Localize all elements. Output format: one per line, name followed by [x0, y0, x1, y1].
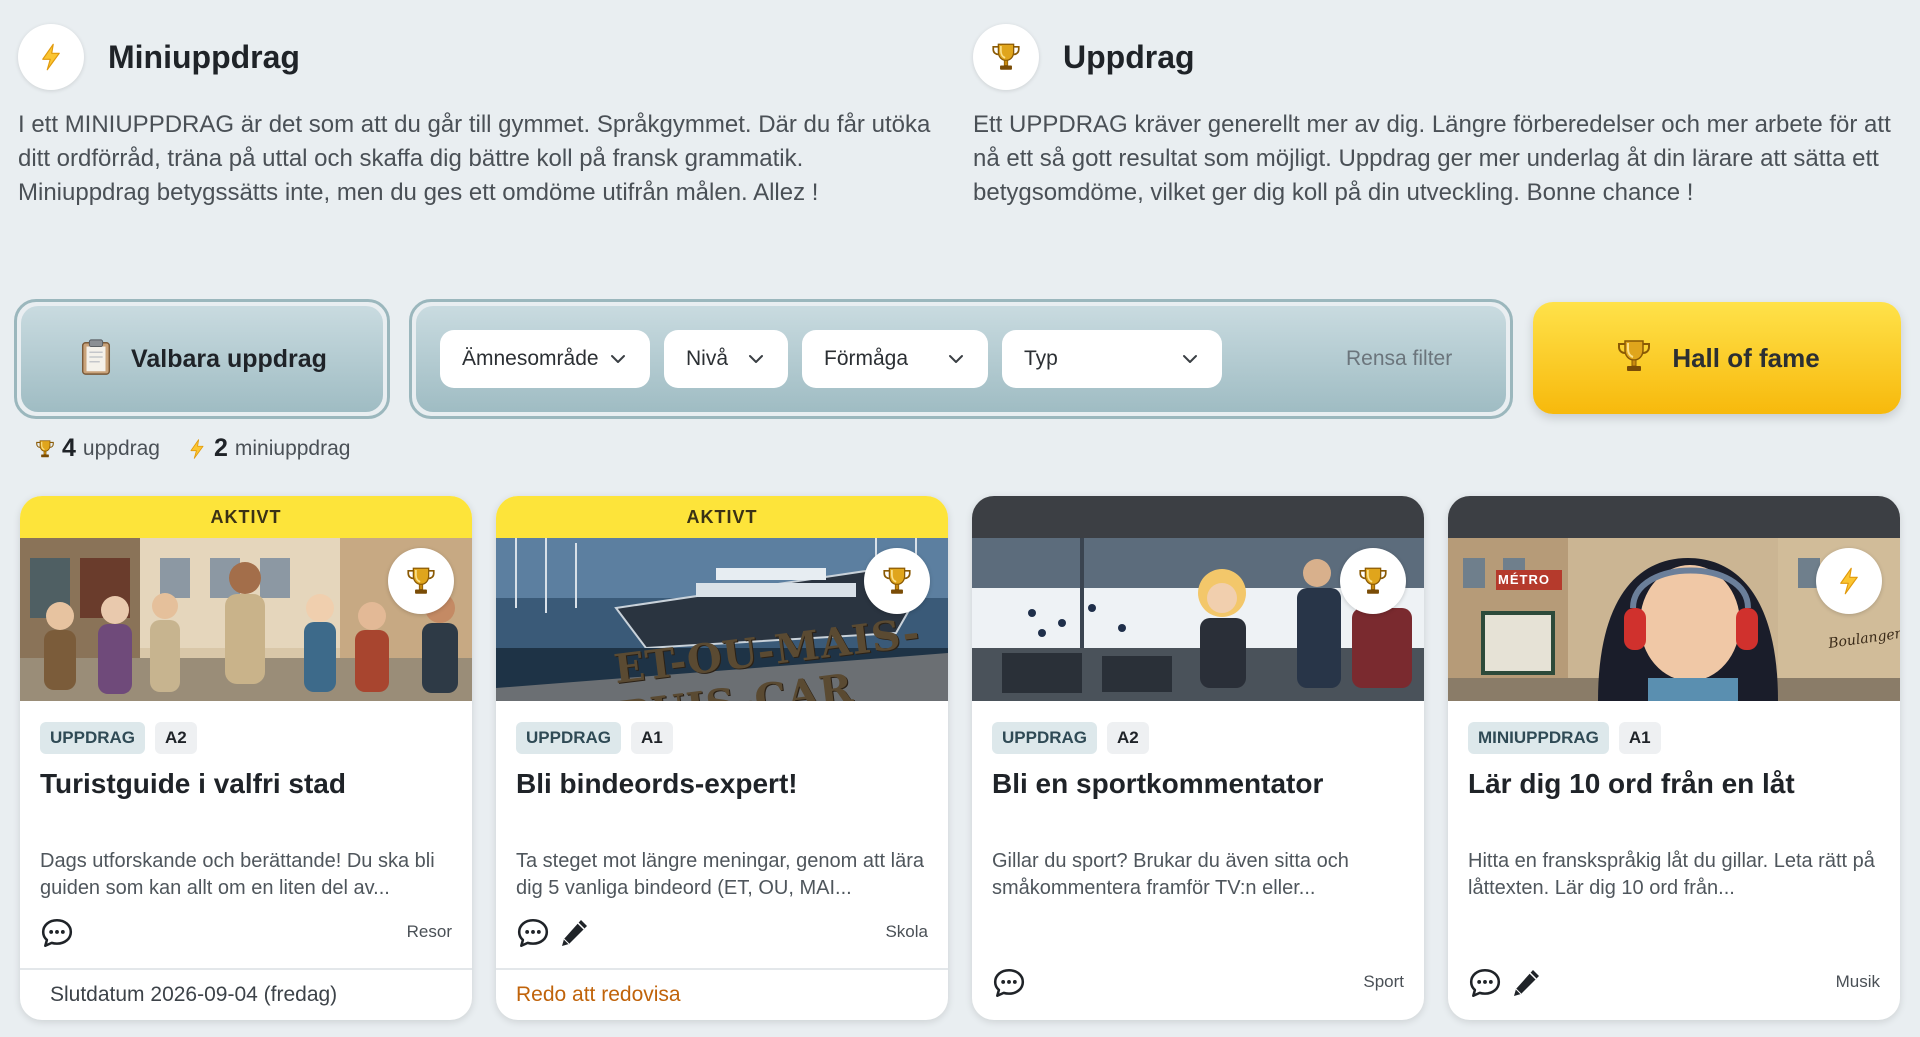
level-tag: A1 — [1618, 722, 1661, 754]
hall-of-fame-label: Hall of fame — [1672, 342, 1820, 373]
intro-uppdrag-title: Uppdrag — [1063, 38, 1195, 75]
uppdrag-count: 4 uppdrag — [34, 434, 160, 463]
category-label: Resor — [406, 922, 452, 941]
chevron-down-icon — [946, 349, 966, 369]
level-tag: A1 — [631, 722, 673, 754]
card-description: Gillar du sport? Brukar du även sitta oc… — [992, 850, 1349, 899]
card-description: Ta steget mot längre meningar, genom att… — [516, 850, 925, 899]
filter-typ-select[interactable]: Typ — [1002, 330, 1222, 388]
uppdrag-count-number: 4 — [62, 434, 76, 462]
category-label: Sport — [1363, 972, 1404, 991]
category-label: Skola — [885, 922, 928, 941]
status-banner: AKTIVT — [20, 496, 472, 538]
speech-bubble-icon — [992, 966, 1026, 1000]
card-tags: MINIUPPDRAG A1 — [1468, 722, 1661, 754]
assignment-card-turistguide[interactable]: AKTIVT UPPDRAG A2 Turistguide i valfri s… — [20, 496, 472, 1020]
chevron-down-icon — [746, 349, 766, 369]
card-title: Bli en sportkommentator — [992, 768, 1324, 799]
card-title: Lär dig 10 ord från en låt — [1468, 768, 1795, 799]
intro-uppdrag-text: Ett UPPDRAG kräver generellt mer av dig.… — [973, 111, 1891, 206]
intro-miniuppdrag-text: I ett MINIUPPDRAG är det som att du går … — [18, 111, 931, 206]
assignment-card-bindeord[interactable]: AKTIVT ET-OU-MAIS-PUIS-CAR UPPDRAG A1 Bl… — [496, 496, 948, 1020]
intro-uppdrag: Uppdrag Ett UPPDRAG kräver generellt mer… — [973, 24, 1893, 210]
card-illustration-music-headphones: MÉTRO Boulangerie — [1448, 538, 1900, 701]
lightning-icon — [18, 24, 84, 90]
filter-formaga-label: Förmåga — [824, 347, 909, 370]
uppdrag-count-label: uppdrag — [82, 436, 160, 460]
clear-filters-button[interactable]: Rensa filter — [1346, 330, 1452, 388]
level-tag: A2 — [1107, 722, 1149, 754]
intro-miniuppdrag-header: Miniuppdrag — [18, 24, 938, 90]
ready-status: Redo att redovisa — [496, 968, 948, 1020]
miniuppdrag-count: 2 miniuppdrag — [186, 434, 350, 463]
level-tag: A2 — [155, 722, 197, 754]
card-illustration-yacht: ET-OU-MAIS-PUIS-CAR — [496, 538, 948, 701]
trophy-icon — [973, 24, 1039, 90]
filter-niva-label: Nivå — [686, 347, 729, 370]
card-skill-icons — [1468, 966, 1542, 1000]
filter-formaga-select[interactable]: Förmåga — [802, 330, 988, 388]
lightning-icon — [186, 438, 208, 460]
chevron-down-icon — [1180, 349, 1200, 369]
card-title: Turistguide i valfri stad — [40, 768, 346, 799]
valbara-uppdrag-button[interactable]: Valbara uppdrag — [14, 299, 390, 419]
status-banner: AKTIVT — [496, 496, 948, 538]
filter-bar: Ämnesområde Nivå Förmåga Typ Rensa filte… — [409, 299, 1513, 419]
intro-miniuppdrag: Miniuppdrag I ett MINIUPPDRAG är det som… — [18, 24, 938, 210]
type-tag: UPPDRAG — [516, 722, 622, 754]
lightning-icon — [1816, 548, 1882, 614]
chevron-down-icon — [608, 349, 628, 369]
filter-niva-select[interactable]: Nivå — [664, 330, 788, 388]
card-title: Bli bindeords-expert! — [516, 768, 798, 799]
assignment-card-lat[interactable]: MÉTRO Boulangerie MINIUPPDRAG A1 Lär dig… — [1448, 496, 1900, 1020]
assignment-counts: 4 uppdrag 2 miniuppdrag — [34, 434, 376, 463]
miniuppdrag-count-label: miniuppdrag — [234, 436, 351, 460]
card-skill-icons — [40, 916, 74, 950]
speech-bubble-icon — [516, 916, 550, 950]
card-tags: UPPDRAG A2 — [992, 722, 1149, 754]
speech-bubble-icon — [40, 916, 74, 950]
image-lettering-metro: MÉTRO — [1498, 572, 1550, 587]
pencil-icon — [558, 917, 590, 949]
card-illustration-hockey-commentator — [972, 538, 1424, 701]
card-tags: UPPDRAG A2 — [40, 722, 197, 754]
trophy-icon — [864, 548, 930, 614]
category-label: Musik — [1835, 972, 1880, 991]
filter-typ-label: Typ — [1024, 347, 1058, 370]
pencil-icon — [1510, 967, 1542, 999]
type-tag: UPPDRAG — [992, 722, 1098, 754]
card-description: Dags utforskande och berättande! Du ska … — [40, 850, 435, 899]
card-description: Hitta en franskspråkig låt du gillar. Le… — [1468, 850, 1875, 899]
intro-miniuppdrag-title: Miniuppdrag — [108, 38, 300, 75]
filter-bar-inner: Ämnesområde Nivå Förmåga Typ Rensa filte… — [416, 306, 1506, 412]
type-tag: UPPDRAG — [40, 722, 146, 754]
card-skill-icons — [992, 966, 1026, 1000]
trophy-icon — [34, 438, 56, 460]
filter-amnesomrade-select[interactable]: Ämnesområde — [440, 330, 650, 388]
valbara-uppdrag-button-inner[interactable]: Valbara uppdrag — [21, 306, 383, 412]
card-skill-icons — [516, 916, 590, 950]
card-tags: UPPDRAG A1 — [516, 722, 673, 754]
speech-bubble-icon — [1468, 966, 1502, 1000]
assignment-card-sportkommentator[interactable]: UPPDRAG A2 Bli en sportkommentator Gilla… — [972, 496, 1424, 1020]
clipboard-icon — [77, 338, 115, 381]
hall-of-fame-button[interactable]: Hall of fame — [1533, 302, 1901, 414]
filter-amnesomrade-label: Ämnesområde — [462, 347, 599, 370]
trophy-icon — [388, 548, 454, 614]
miniuppdrag-count-number: 2 — [213, 434, 228, 462]
due-date: Slutdatum 2026-09-04 (fredag) — [20, 968, 472, 1020]
trophy-icon — [1614, 336, 1654, 381]
type-tag: MINIUPPDRAG — [1468, 722, 1609, 754]
intro-uppdrag-header: Uppdrag — [973, 24, 1893, 90]
valbara-uppdrag-label: Valbara uppdrag — [131, 344, 327, 373]
status-banner — [972, 496, 1424, 538]
trophy-icon — [1340, 548, 1406, 614]
status-banner — [1448, 496, 1900, 538]
card-illustration-tourist-guide — [20, 538, 472, 701]
